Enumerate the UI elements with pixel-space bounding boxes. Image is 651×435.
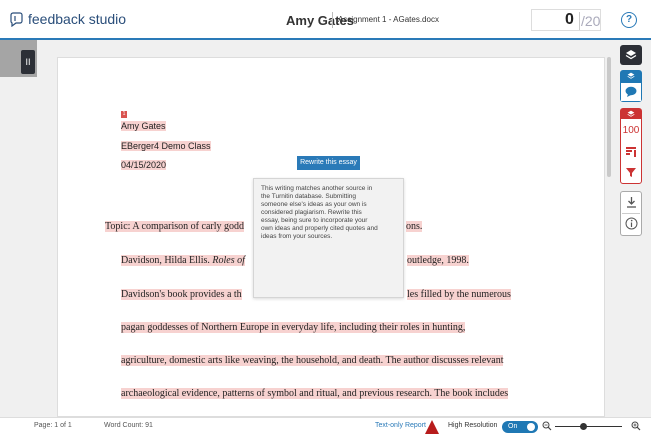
comment-button[interactable]: [621, 83, 641, 101]
grade-max: /20: [581, 13, 601, 29]
toolbar-divider: [622, 213, 640, 214]
help-icon[interactable]: ?: [621, 12, 637, 28]
flag-icon[interactable]: [625, 146, 637, 158]
doc-para1-start: Davidson's book provides a th: [121, 289, 242, 300]
tooltip-line: someone else's ideas as your own is: [261, 201, 367, 208]
assignment-title: Assignment 1 - AGates.docx: [338, 15, 439, 24]
feedback-studio-logo-icon: [10, 11, 23, 27]
doc-para4: archaeological evidence, patterns of sym…: [121, 388, 509, 399]
grade-divider: [579, 12, 580, 30]
high-resolution-label: High Resolution: [448, 422, 498, 429]
word-count: Word Count: 91: [104, 422, 153, 429]
layers-button[interactable]: [620, 45, 642, 65]
rewrite-essay-tag[interactable]: Rewrite this essay: [297, 156, 360, 170]
match-marker[interactable]: 1: [121, 111, 127, 118]
similarity-layer-cap: [621, 109, 641, 119]
zoom-in-icon[interactable]: [631, 421, 641, 431]
zoom-out-icon[interactable]: [542, 421, 552, 431]
toggle-state: On: [508, 423, 518, 430]
tooltip-line: essay, being sure to incorporate your: [261, 217, 368, 224]
zoom-slider-knob[interactable]: [580, 423, 587, 430]
side-panel-toggle[interactable]: II: [21, 50, 35, 74]
document-scrollbar[interactable]: [607, 57, 611, 177]
info-icon[interactable]: [625, 217, 638, 230]
layers-icon: [627, 110, 635, 117]
doc-class: EBerger4 Demo Class: [121, 141, 211, 151]
doc-biblio-end: outledge, 1998.: [407, 255, 469, 266]
feedback-tools-group[interactable]: [620, 70, 642, 102]
doc-biblio-author: Davidson, Hilda Ellis.: [121, 255, 213, 266]
doc-student-name: Amy Gates: [121, 121, 166, 131]
grade-value[interactable]: 0: [565, 11, 574, 29]
doc-para1-end: les filled by the numerous: [407, 289, 511, 300]
page-indicator: Page: 1 of 1: [34, 422, 72, 429]
top-header: feedback studio Amy Gates Assignment 1 -…: [0, 0, 651, 40]
doc-topic-start: Topic: A comparison of carly godd: [105, 221, 244, 232]
logo-text: feedback studio: [28, 11, 127, 27]
annotation-pointer: [425, 420, 439, 434]
doc-biblio: Davidson, Hilda Ellis. Roles of: [121, 255, 245, 266]
layers-icon: [625, 50, 637, 60]
tooltip-line: This writing matches another source in: [261, 185, 373, 192]
doc-biblio-title: Roles of: [212, 255, 245, 266]
layers-icon: [627, 72, 635, 79]
tooltip-line: ideas from your sources.: [261, 233, 333, 240]
doc-topic-end: ons.: [406, 221, 423, 232]
filter-icon[interactable]: [625, 166, 637, 178]
text-only-report-link[interactable]: Text-only Report: [375, 422, 426, 429]
download-icon[interactable]: [626, 196, 637, 208]
comment-bubble-icon: [625, 86, 637, 97]
toggle-knob: [527, 423, 535, 431]
doc-para2: pagan goddesses of Northern Europe in ev…: [121, 322, 466, 333]
doc-para3: agriculture, domestic arts like weaving,…: [121, 355, 504, 366]
header-divider: [332, 12, 333, 28]
misc-tools-group: [620, 191, 642, 236]
zoom-slider-track[interactable]: [555, 426, 622, 427]
high-resolution-toggle[interactable]: On: [502, 421, 538, 433]
similarity-tools-group[interactable]: 100: [620, 108, 642, 184]
tooltip-line: own ideas and properly cited quotes and: [261, 225, 378, 232]
feedback-studio-logo[interactable]: feedback studio: [10, 11, 126, 27]
status-bar: Page: 1 of 1 Word Count: 91 Text-only Re…: [0, 417, 651, 435]
match-tooltip: This writing matches another source in t…: [253, 178, 404, 298]
grade-box[interactable]: 0 /20: [531, 9, 601, 31]
tooltip-line: the Turnitin database. Submitting: [261, 193, 357, 200]
doc-date: 04/15/2020: [121, 160, 167, 170]
tooltip-line: considered plagiarism. Rewrite this: [261, 209, 362, 216]
similarity-score[interactable]: 100: [622, 125, 640, 136]
